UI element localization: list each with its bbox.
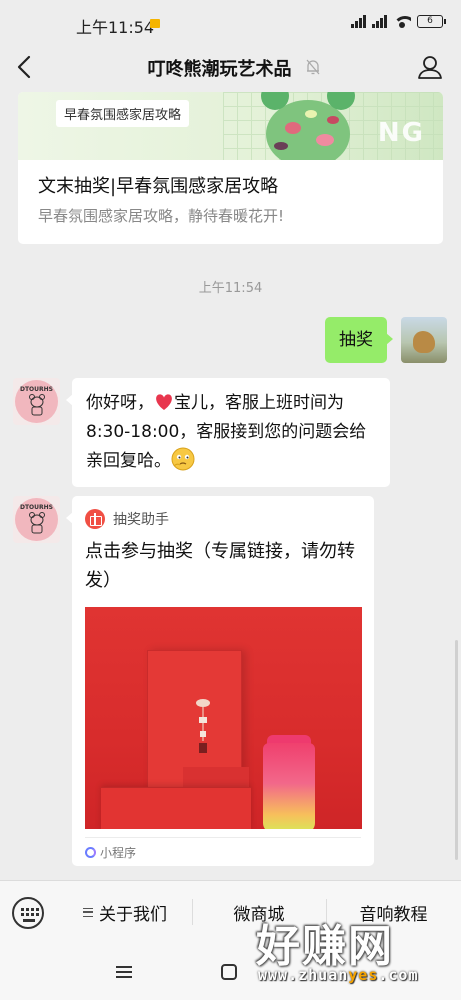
dog-figure [413, 331, 435, 353]
mini-program-name: 抽奖助手 [113, 512, 169, 528]
mini-program-card[interactable]: 抽奖助手 点击参与抽奖（专属链接，请勿转发） 小程序 [66, 496, 374, 866]
system-nav-bar [0, 942, 461, 1000]
my-avatar[interactable] [401, 317, 447, 363]
status-time: 上午11:54 [76, 18, 155, 37]
menu-item-about-us[interactable]: 关于我们 [58, 881, 192, 943]
menu-item-label: 音响教程 [359, 904, 428, 925]
heart-emoji-icon [156, 394, 172, 410]
menu-item-audio-tutorial[interactable]: 音响教程 [326, 881, 461, 943]
notification-icon [150, 19, 160, 28]
battery-icon: 6 [417, 14, 446, 28]
mini-program-title: 点击参与抽奖（专属链接，请勿转发） [85, 541, 355, 591]
pendant-figure [196, 699, 210, 753]
profile-icon[interactable] [417, 54, 443, 80]
status-bar: 上午11:54 6 [0, 0, 461, 44]
status-icons: 6 [351, 14, 446, 28]
tumbler-cup [263, 743, 315, 829]
reply-text-part-1: 你好呀， [86, 393, 154, 413]
incoming-message-bubble[interactable]: 你好呀， 宝儿，客服上班时间为 8:30-18:00，客服接到您的问题会给亲回复哈… [66, 378, 390, 487]
article-description: 早春氛围感家居攻略，静待春暖花开! [38, 207, 285, 225]
account-avatar[interactable]: DTOURHS [13, 378, 60, 425]
mute-bell-icon [306, 59, 320, 75]
menu-item-shop[interactable]: 微商城 [192, 881, 326, 943]
article-banner-image: 早春氛围感家居攻略 NG [18, 92, 443, 160]
mini-program-header: 抽奖助手 [85, 509, 169, 529]
wifi-icon [393, 14, 411, 28]
signal-icon [351, 14, 366, 28]
account-menu-bar: 关于我们 微商城 音响教程 [0, 880, 461, 942]
avatar-label-2: DTOURHS [19, 504, 53, 511]
recent-apps-icon[interactable] [116, 966, 132, 978]
gift-icon [85, 509, 105, 529]
article-card[interactable]: 早春氛围感家居攻略 NG 文末抽奖|早春氛围感家居攻略 早春氛围感家居攻略，静待… [18, 92, 443, 244]
mini-program-footer-label: 小程序 [100, 846, 137, 860]
avatar-label: DTOURHS [19, 386, 53, 393]
chat-header: 叮咚熊潮玩艺术品 [0, 44, 461, 92]
submenu-lines-icon [83, 907, 93, 917]
chat-timestamp: 上午11:54 [198, 281, 263, 296]
scrollbar[interactable] [455, 640, 458, 860]
account-avatar-2[interactable]: DTOURHS [13, 496, 60, 543]
mini-program-footer: 小程序 [85, 844, 136, 861]
keyboard-toggle-icon[interactable] [12, 897, 44, 929]
bear-logo-icon [29, 512, 45, 534]
bear-logo-icon [29, 394, 45, 416]
menu-item-label: 关于我们 [99, 904, 167, 925]
article-title: 文末抽奖|早春氛围感家居攻略 [38, 176, 279, 197]
bear-figure-icon [261, 92, 355, 160]
home-icon[interactable] [221, 964, 237, 980]
thinking-face-emoji-icon [171, 447, 195, 471]
menu-item-label: 微商城 [233, 904, 285, 925]
outgoing-message-bubble[interactable]: 抽奖 [325, 317, 393, 363]
mini-program-cover-image [85, 607, 362, 829]
mini-program-logo-icon [85, 847, 96, 858]
signal-icon-2 [372, 14, 387, 28]
article-banner-letters: NG [377, 118, 425, 148]
chat-title: 叮咚熊潮玩艺术品 [147, 59, 292, 80]
article-banner-tag: 早春氛围感家居攻略 [56, 100, 190, 127]
